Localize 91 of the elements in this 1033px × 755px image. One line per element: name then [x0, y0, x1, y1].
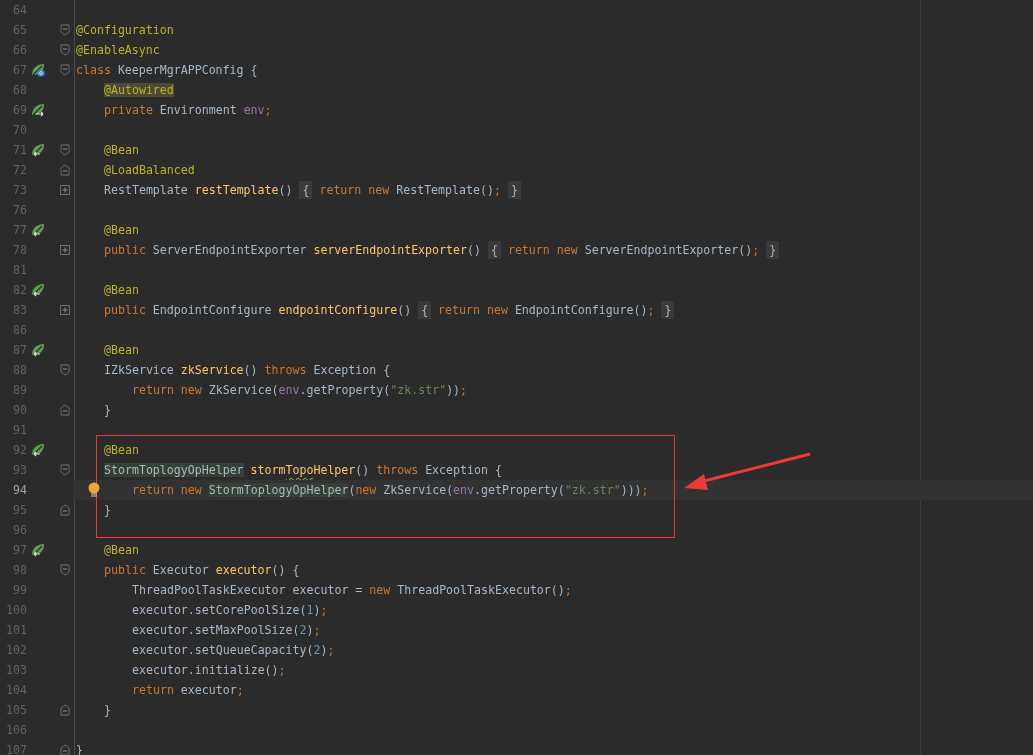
line-number: 65 [12, 22, 27, 39]
code-line: return new ZkService(env.getProperty("zk.str")); [132, 382, 468, 399]
line-number: 67 [12, 62, 27, 79]
line-number: 101 [5, 622, 27, 639]
line-number: 70 [12, 122, 27, 139]
code-line: IZkService zkService() throws Exception { [104, 362, 391, 379]
fold-icon[interactable] [60, 744, 70, 755]
code-line: @Bean [104, 282, 139, 299]
line-number: 102 [5, 642, 27, 659]
line-number: 103 [5, 662, 27, 679]
leaf-arrow-icon[interactable] [31, 443, 45, 457]
line-number: 107 [5, 742, 27, 755]
fold-icon[interactable] [60, 164, 70, 176]
fold-icon[interactable] [60, 504, 70, 516]
leaf-arrow-icon[interactable] [31, 223, 45, 237]
fold-icon[interactable] [60, 704, 70, 716]
code-line: class KeeperMgrAPPConfig { [76, 62, 258, 79]
line-number: 88 [12, 362, 27, 379]
line-number: 98 [12, 562, 27, 579]
code-line: @Bean [104, 222, 139, 239]
fold-icon[interactable] [60, 464, 70, 476]
code-line: public Executor executor() { [104, 562, 300, 579]
code-line: ThreadPoolTaskExecutor executor = new ThreadPoolTaskExecutor(); [132, 582, 572, 599]
code-line: executor.setCorePoolSize(1); [132, 602, 328, 619]
line-number: 94 [12, 482, 27, 499]
line-number: 73 [12, 182, 27, 199]
line-number: 89 [12, 382, 27, 399]
code-line: executor.initialize(); [132, 662, 286, 679]
code-line: } [76, 742, 83, 755]
code-line: StormToplogyOpHelper stormTopoHelper() throws Exception { [104, 462, 502, 479]
lightbulb-icon[interactable] [88, 482, 100, 498]
leaf-arrow-icon[interactable] [31, 343, 45, 357]
line-number: 77 [12, 222, 27, 239]
code-line: return executor; [132, 682, 244, 699]
line-number: 91 [12, 422, 27, 439]
line-number: 100 [5, 602, 27, 619]
code-line: public ServerEndpointExporter serverEndpointExporter() { return new ServerEndpointExporter(); } [104, 240, 780, 260]
line-number: 78 [12, 242, 27, 259]
leaf-arrow-icon[interactable] [31, 543, 45, 557]
line-number: 106 [5, 722, 27, 739]
code-line: } [104, 702, 111, 719]
leaf-arrow-icon[interactable] [31, 143, 45, 157]
code-line: executor.setQueueCapacity(2); [132, 642, 335, 659]
fold-icon[interactable] [60, 404, 70, 416]
line-number: 66 [12, 42, 27, 59]
unfold-icon[interactable] [60, 305, 70, 315]
line-number: 99 [12, 582, 27, 599]
line-number: 69 [12, 102, 27, 119]
line-number: 76 [12, 202, 27, 219]
fold-icon[interactable] [60, 564, 70, 576]
code-line: @Configuration [76, 22, 174, 39]
fold-icon[interactable] [60, 44, 70, 56]
fold-icon[interactable] [60, 64, 70, 76]
line-number: 71 [12, 142, 27, 159]
code-line: executor.setMaxPoolSize(2); [132, 622, 321, 639]
leaf-badge-icon[interactable] [31, 63, 45, 77]
line-number: 92 [12, 442, 27, 459]
code-line: @Bean [104, 342, 139, 359]
unfold-icon[interactable] [60, 245, 70, 255]
line-number: 96 [12, 522, 27, 539]
code-line: public EndpointConfigure endpointConfigure() { return new EndpointConfigure(); } [104, 300, 675, 320]
fold-icon[interactable] [60, 144, 70, 156]
unfold-icon[interactable] [60, 185, 70, 195]
code-line: private Environment env; [104, 102, 272, 119]
line-number: 87 [12, 342, 27, 359]
code-line: } [104, 502, 111, 519]
line-number: 104 [5, 682, 27, 699]
fold-icon[interactable] [60, 364, 70, 376]
line-number: 81 [12, 262, 27, 279]
line-number: 83 [12, 302, 27, 319]
line-number: 82 [12, 282, 27, 299]
line-number: 93 [12, 462, 27, 479]
leaf-arrow-icon[interactable] [31, 283, 45, 297]
line-number: 90 [12, 402, 27, 419]
code-line: @LoadBalanced [104, 162, 195, 179]
line-number: 68 [12, 82, 27, 99]
code-line: @Bean [104, 442, 139, 459]
code-line: @Bean [104, 142, 139, 159]
code-line: } [104, 402, 111, 419]
code-line: return new StormToplogyOpHelper(new ZkService(env.getProperty("zk.str"))); [132, 482, 649, 499]
line-number: 72 [12, 162, 27, 179]
code-line: @EnableAsync [76, 42, 160, 59]
line-number: 97 [12, 542, 27, 559]
code-line: RestTemplate restTemplate() { return new RestTemplate(); } [104, 180, 521, 200]
line-number: 105 [5, 702, 27, 719]
line-number: 95 [12, 502, 27, 519]
line-number: 64 [12, 2, 27, 19]
line-number: 86 [12, 322, 27, 339]
code-line: @Bean [104, 542, 139, 559]
fold-icon[interactable] [60, 24, 70, 36]
leaf-arrow-icon[interactable] [31, 103, 45, 117]
